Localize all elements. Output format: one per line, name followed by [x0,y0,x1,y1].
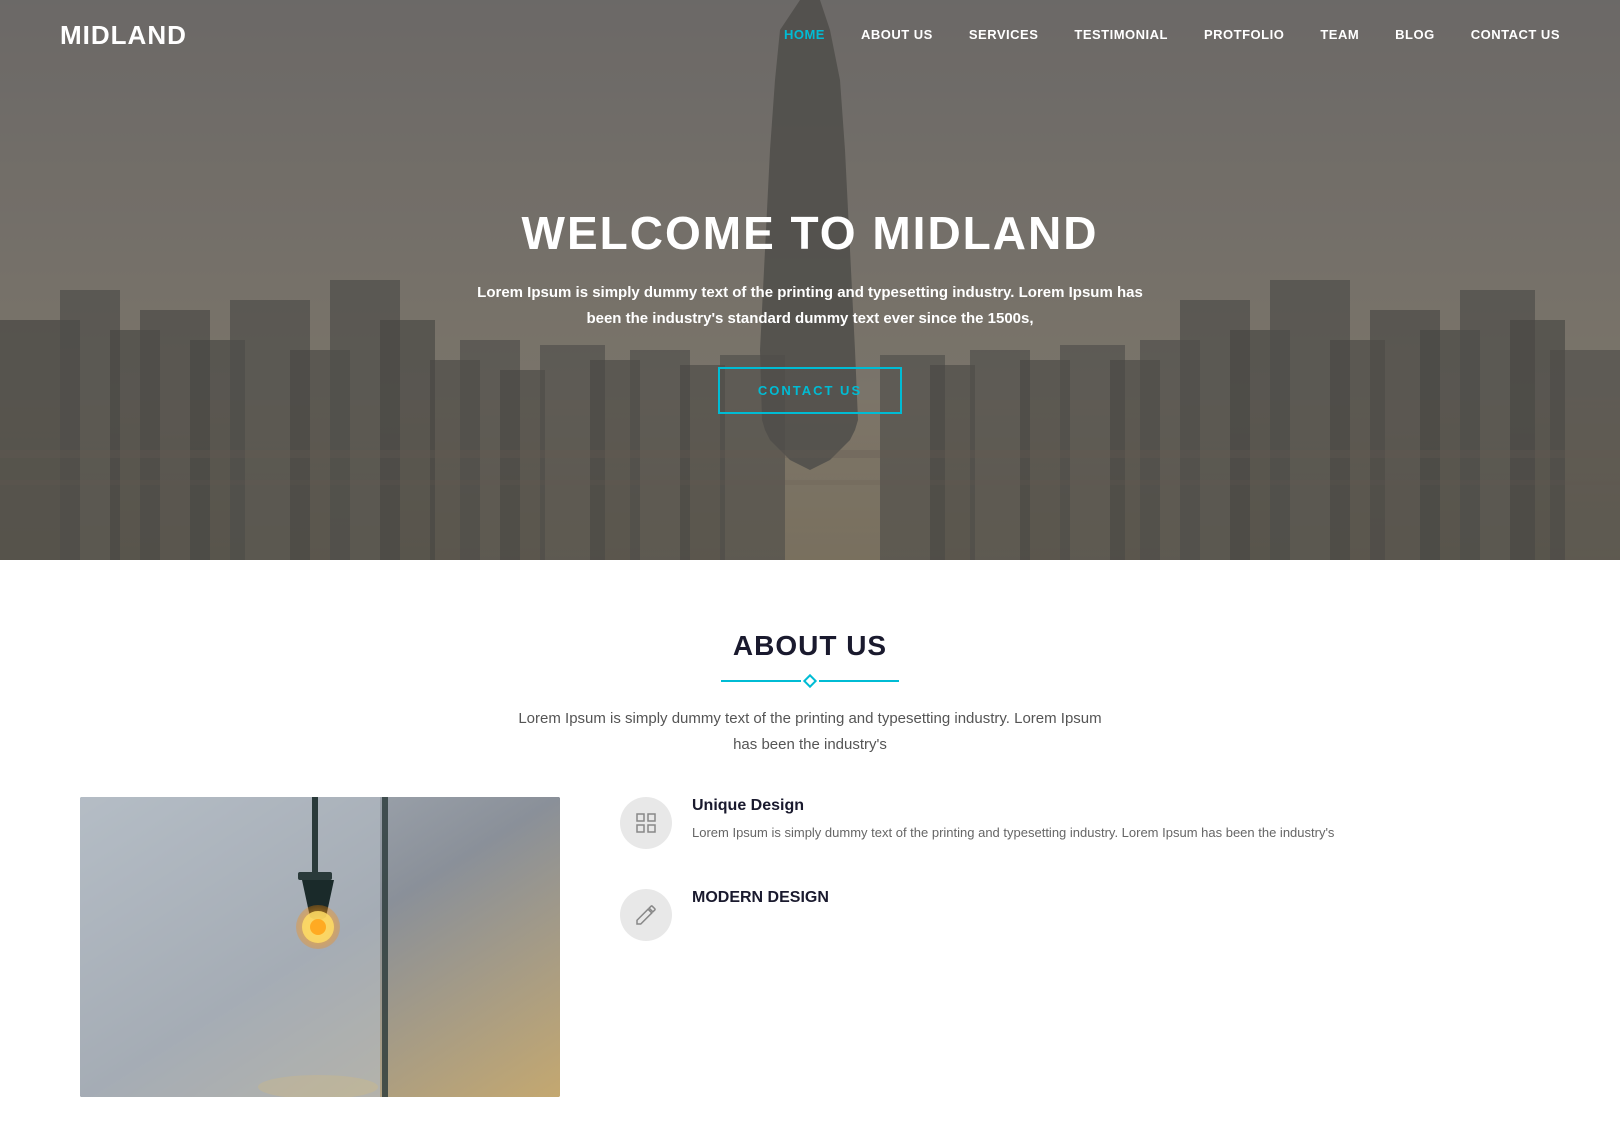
nav-item-home[interactable]: HOME [784,27,825,42]
unique-design-text: Unique Design Lorem Ipsum is simply dumm… [692,797,1334,844]
divider-diamond [803,674,817,688]
feature-modern-design: MODERN DESIGN [620,889,1540,941]
hero-content: WELCOME TO MIDLAND Lorem Ipsum is simply… [0,0,1620,560]
about-title: ABOUT US [80,630,1540,662]
nav-links: HOME ABOUT US SERVICES TESTIMONIAL PROTF… [784,26,1560,44]
nav-item-services[interactable]: SERVICES [969,27,1039,42]
hero-title: WELCOME TO MIDLAND [522,206,1099,260]
pencil-icon [634,903,658,927]
nav-item-blog[interactable]: BLOG [1395,27,1435,42]
about-image [80,797,560,1097]
about-content: Unique Design Lorem Ipsum is simply dumm… [80,797,1540,1097]
unique-design-title: Unique Design [692,797,1334,815]
nav-item-contact[interactable]: CONTACT US [1471,27,1560,42]
modern-design-text: MODERN DESIGN [692,889,829,915]
nav-item-team[interactable]: TEAM [1320,27,1359,42]
about-image-column [80,797,560,1097]
hero-cta-button[interactable]: CONTACT US [718,367,902,414]
about-section: ABOUT US Lorem Ipsum is simply dummy tex… [0,560,1620,1137]
hero-subtitle: Lorem Ipsum is simply dummy text of the … [460,280,1160,331]
about-features-column: Unique Design Lorem Ipsum is simply dumm… [620,797,1540,941]
grid-icon [634,811,658,835]
nav-item-portfolio[interactable]: PROTFOLIO [1204,27,1284,42]
divider-line-left [721,680,801,682]
about-header: ABOUT US Lorem Ipsum is simply dummy tex… [80,630,1540,757]
modern-design-title: MODERN DESIGN [692,889,829,907]
modern-design-icon-wrap [620,889,672,941]
about-divider [80,676,1540,686]
feature-unique-design: Unique Design Lorem Ipsum is simply dumm… [620,797,1540,849]
unique-design-desc: Lorem Ipsum is simply dummy text of the … [692,823,1334,844]
nav-item-testimonial[interactable]: TESTIMONIAL [1074,27,1168,42]
about-description: Lorem Ipsum is simply dummy text of the … [510,706,1110,757]
brand-logo[interactable]: MIDLAND [60,20,187,51]
hero-section: WELCOME TO MIDLAND Lorem Ipsum is simply… [0,0,1620,560]
unique-design-icon-wrap [620,797,672,849]
nav-item-about[interactable]: ABOUT US [861,27,933,42]
divider-line-right [819,680,899,682]
navbar: MIDLAND HOME ABOUT US SERVICES TESTIMONI… [0,0,1620,70]
